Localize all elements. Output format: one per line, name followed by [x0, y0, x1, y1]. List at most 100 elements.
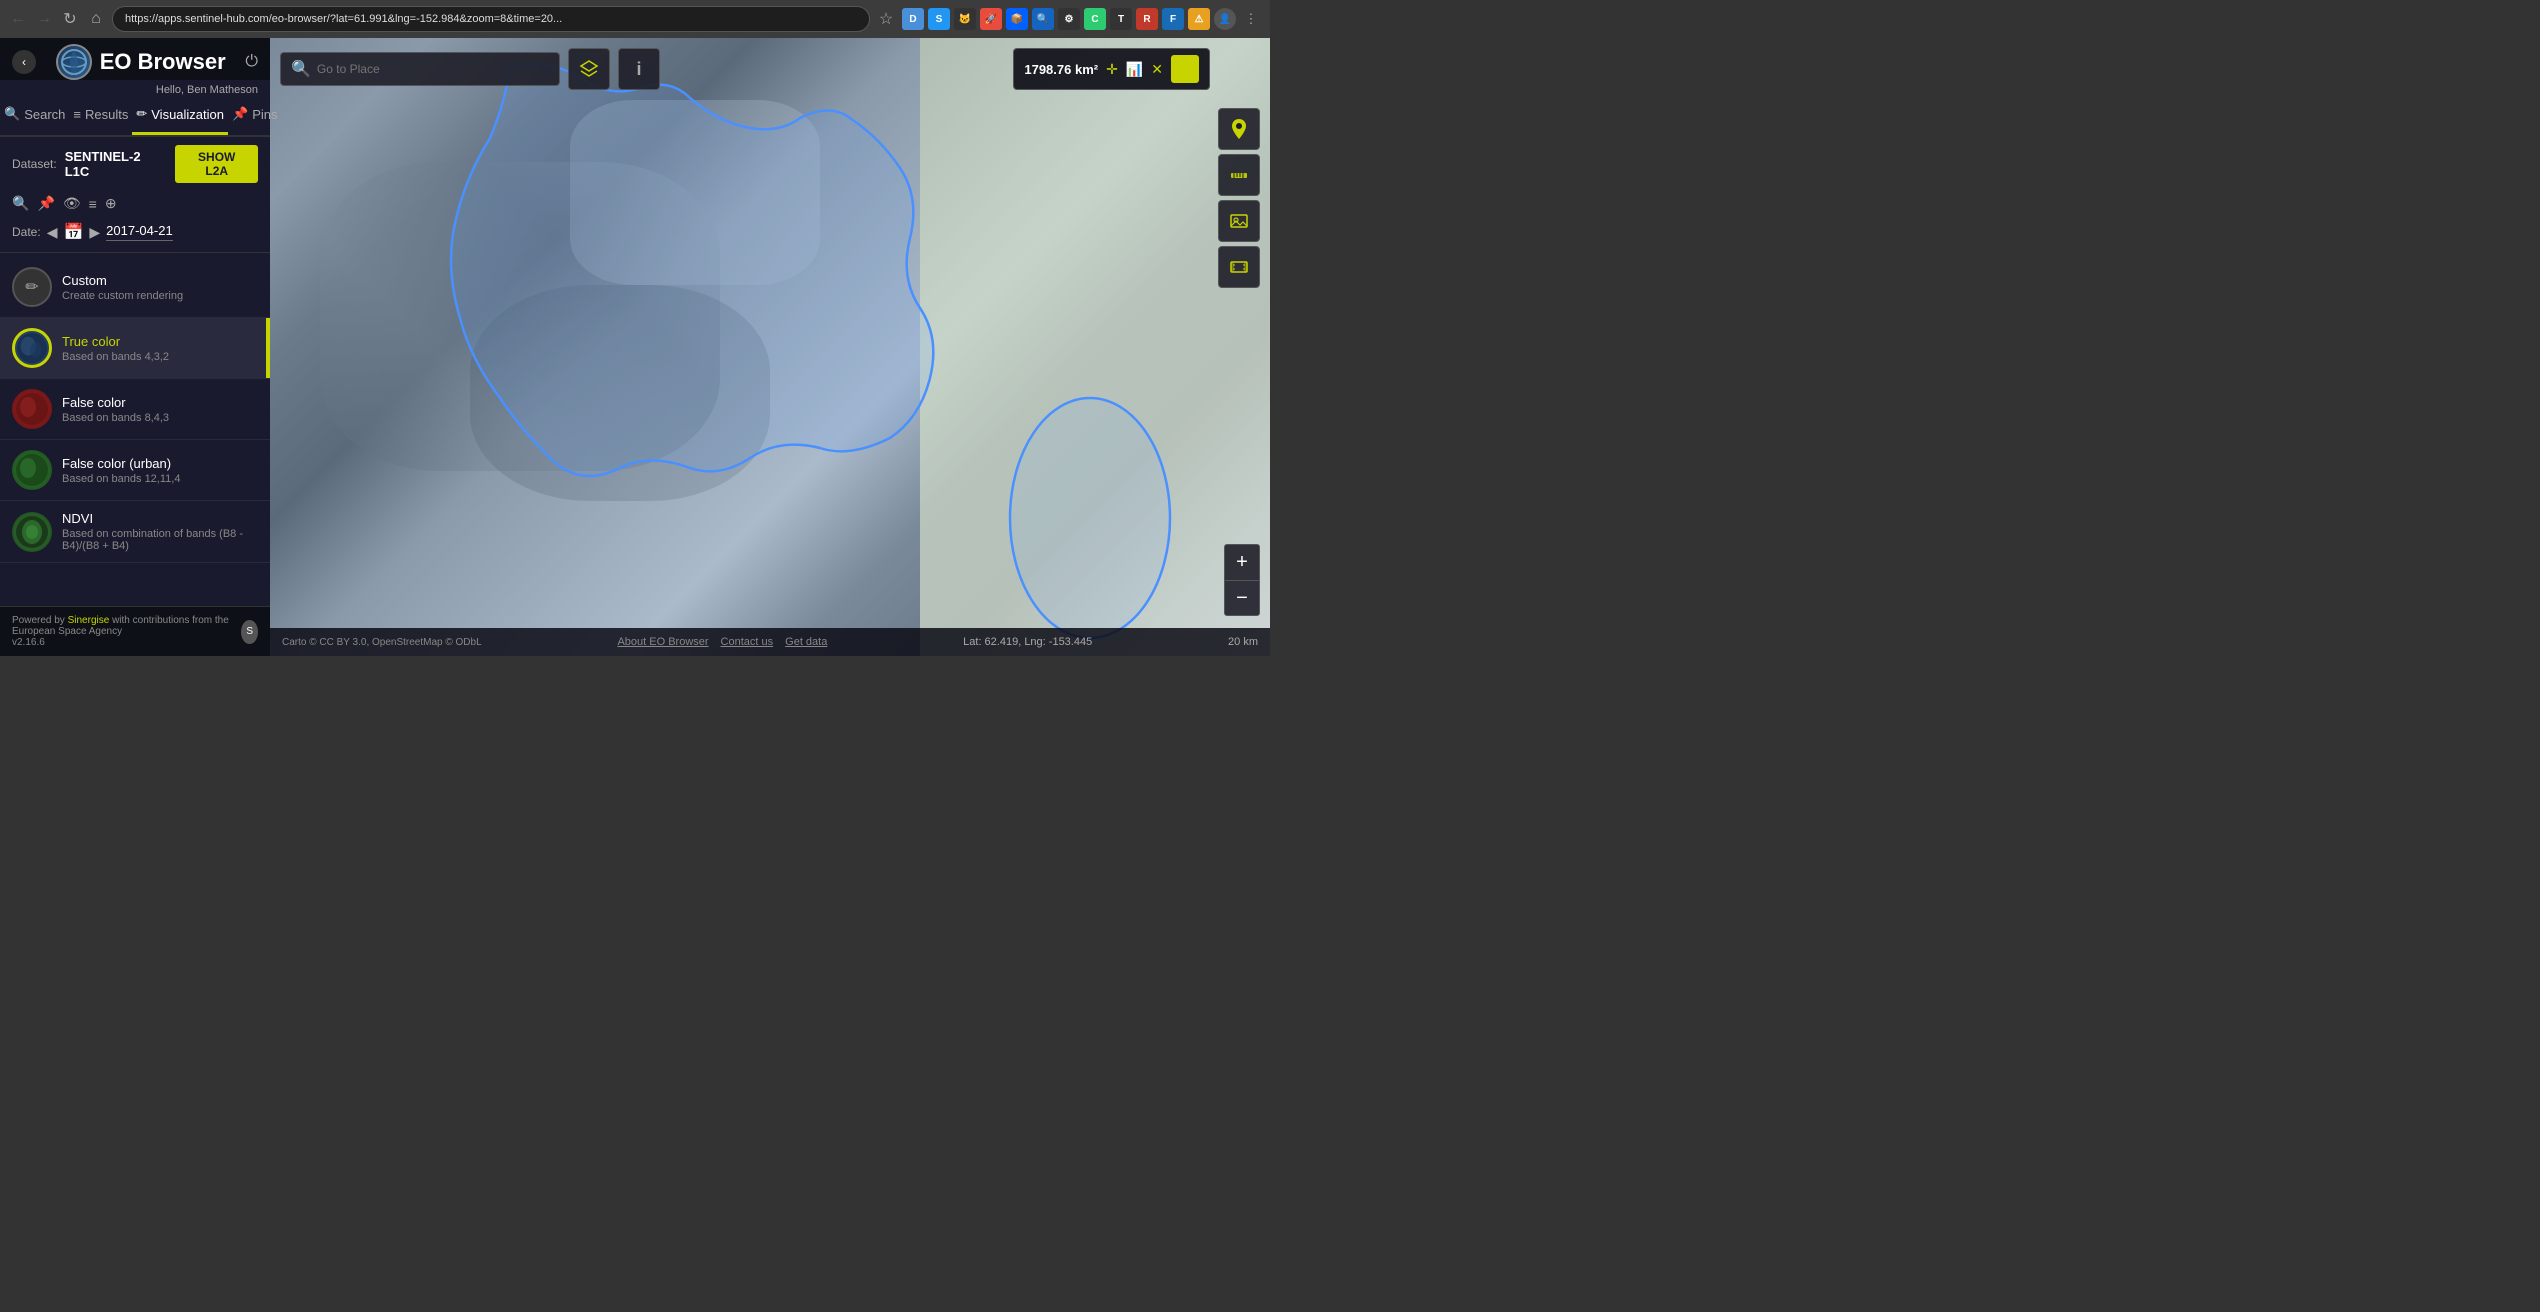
viz-desc-ndvi: Based on combination of bands (B8 - B4)/… — [62, 528, 258, 552]
right-toolbar — [1218, 108, 1260, 288]
dataset-pin-icon[interactable]: 📌 — [37, 195, 54, 212]
date-calendar-button[interactable]: 📅 — [63, 222, 83, 242]
image-button[interactable] — [1218, 200, 1260, 242]
visualization-icon: ✏ — [136, 106, 147, 122]
zoom-in-button[interactable]: + — [1224, 544, 1260, 580]
viz-item-true-color[interactable]: True color Based on bands 4,3,2 — [0, 318, 270, 379]
map-container[interactable]: 🔍 i 1798.76 km² ✛ 📊 ✕ — [270, 38, 1270, 656]
date-next-button[interactable]: ▶ — [89, 224, 100, 241]
ext-r[interactable]: R — [1136, 8, 1158, 30]
about-link[interactable]: About EO Browser — [617, 636, 708, 648]
search-icon: 🔍 — [4, 106, 20, 122]
address-bar[interactable]: https://apps.sentinel-hub.com/eo-browser… — [112, 6, 870, 32]
viz-item-ndvi[interactable]: NDVI Based on combination of bands (B8 -… — [0, 501, 270, 563]
nav-tabs: 🔍 Search ≡ Results ✏ Visualization 📌 Pin… — [0, 96, 270, 137]
menu-button[interactable]: ⋮ — [1240, 8, 1262, 30]
map-scale: 20 km — [1228, 636, 1258, 648]
viz-item-false-urban[interactable]: False color (urban) Based on bands 12,11… — [0, 440, 270, 501]
layers-button[interactable] — [568, 48, 610, 90]
show-l2a-button[interactable]: SHOW L2A — [175, 145, 258, 183]
forward-button[interactable]: → — [34, 9, 54, 29]
ext-gear[interactable]: ⚙ — [1058, 8, 1080, 30]
url-text: https://apps.sentinel-hub.com/eo-browser… — [125, 13, 562, 25]
dataset-icons: 🔍 📌 👁 ≡ ⊕ — [0, 191, 270, 216]
ext-t[interactable]: T — [1110, 8, 1132, 30]
avatar[interactable]: 👤 — [1214, 8, 1236, 30]
user-greeting: Hello, Ben Matheson — [0, 80, 270, 96]
ruler-button[interactable] — [1218, 154, 1260, 196]
viz-item-custom[interactable]: ✏ Custom Create custom rendering — [0, 257, 270, 318]
map-search-input[interactable] — [317, 62, 549, 76]
film-button[interactable] — [1218, 246, 1260, 288]
zoom-out-button[interactable]: − — [1224, 580, 1260, 616]
extension-icons: D S 🐱 🚀 📦 🔍 ⚙ C T R F ⚠ 👤 ⋮ — [902, 8, 1262, 30]
area-green-button[interactable] — [1171, 55, 1199, 83]
viz-name-false-color: False color — [62, 395, 258, 410]
star-button[interactable]: ☆ — [876, 9, 896, 29]
viz-info-false-urban: False color (urban) Based on bands 12,11… — [62, 456, 258, 485]
dataset-share-icon[interactable]: ⊕ — [105, 195, 117, 212]
dataset-filter-icon[interactable]: ≡ — [89, 196, 97, 212]
viz-list: ✏ Custom Create custom rendering — [0, 257, 270, 606]
date-row: Date: ◀ 📅 ▶ 2017-04-21 — [0, 216, 270, 248]
footer-logo-icon: S — [241, 620, 258, 644]
viz-thumb-true-color — [12, 328, 52, 368]
viz-name-custom: Custom — [62, 273, 258, 288]
area-chart-button[interactable]: 📊 — [1126, 61, 1143, 78]
collapse-button[interactable]: ‹ — [12, 50, 36, 74]
get-data-link[interactable]: Get data — [785, 636, 827, 648]
power-button[interactable]: ⏻ — [245, 53, 258, 71]
info-button[interactable]: i — [618, 48, 660, 90]
viz-item-false-color[interactable]: False color Based on bands 8,4,3 — [0, 379, 270, 440]
date-label: Date: — [12, 225, 41, 239]
map-bottom-bar: Carto © CC BY 3.0, OpenStreetMap © ODbL … — [270, 628, 1270, 656]
map-attribution: Carto © CC BY 3.0, OpenStreetMap © ODbL — [282, 637, 482, 648]
ext-warn[interactable]: ⚠ — [1188, 8, 1210, 30]
viz-name-ndvi: NDVI — [62, 511, 258, 526]
pins-icon: 📌 — [232, 106, 248, 122]
ext-search[interactable]: 🔍 — [1032, 8, 1054, 30]
divider — [0, 252, 270, 253]
viz-active-bar — [266, 318, 270, 378]
location-pin-button[interactable] — [1218, 108, 1260, 150]
logo-area: EO Browser — [56, 44, 226, 80]
sinergise-link[interactable]: Sinergise — [68, 615, 110, 626]
map-coordinates: Lat: 62.419, Lng: -153.445 — [963, 636, 1092, 648]
sidebar: ‹ EO Browser ⏻ Hello, Ben Matheson 🔍 Sea… — [0, 38, 270, 656]
viz-info-ndvi: NDVI Based on combination of bands (B8 -… — [62, 511, 258, 552]
results-icon: ≡ — [73, 107, 81, 122]
tab-pins[interactable]: 📌 Pins — [228, 96, 281, 135]
viz-thumb-custom: ✏ — [12, 267, 52, 307]
map-footer-links: About EO Browser Contact us Get data — [617, 636, 827, 648]
viz-info-true-color: True color Based on bands 4,3,2 — [62, 334, 258, 363]
map-search-icon: 🔍 — [291, 59, 311, 79]
home-button[interactable]: ⌂ — [86, 9, 106, 29]
tab-search[interactable]: 🔍 Search — [0, 96, 69, 135]
ext-cors[interactable]: C — [1084, 8, 1106, 30]
sidebar-header: ‹ EO Browser ⏻ — [0, 38, 270, 80]
dataset-eye-icon[interactable]: 👁 — [63, 195, 81, 212]
back-button[interactable]: ← — [8, 9, 28, 29]
map-search-box[interactable]: 🔍 — [280, 52, 560, 86]
viz-name-true-color: True color — [62, 334, 258, 349]
dataset-search-icon[interactable]: 🔍 — [12, 195, 29, 212]
viz-desc-true-color: Based on bands 4,3,2 — [62, 351, 258, 363]
tab-visualization[interactable]: ✏ Visualization — [132, 96, 228, 135]
ext-cat[interactable]: 🐱 — [954, 8, 976, 30]
dataset-name: SENTINEL-2 L1C — [65, 149, 168, 179]
area-close-button[interactable]: ✕ — [1151, 61, 1163, 78]
contact-link[interactable]: Contact us — [721, 636, 774, 648]
viz-thumb-false-color — [12, 389, 52, 429]
date-prev-button[interactable]: ◀ — [47, 224, 58, 241]
browser-chrome: ← → ↻ ⌂ https://apps.sentinel-hub.com/eo… — [0, 0, 1270, 38]
area-value: 1798.76 km² — [1024, 62, 1098, 77]
ext-drop[interactable]: 📦 — [1006, 8, 1028, 30]
ext-s[interactable]: S — [928, 8, 950, 30]
ext-d[interactable]: D — [902, 8, 924, 30]
ext-rocket[interactable]: 🚀 — [980, 8, 1002, 30]
area-move-button[interactable]: ✛ — [1106, 61, 1118, 78]
main-container: ‹ EO Browser ⏻ Hello, Ben Matheson 🔍 Sea… — [0, 38, 1270, 656]
tab-results[interactable]: ≡ Results — [69, 96, 132, 135]
reload-button[interactable]: ↻ — [60, 9, 80, 29]
ext-f[interactable]: F — [1162, 8, 1184, 30]
